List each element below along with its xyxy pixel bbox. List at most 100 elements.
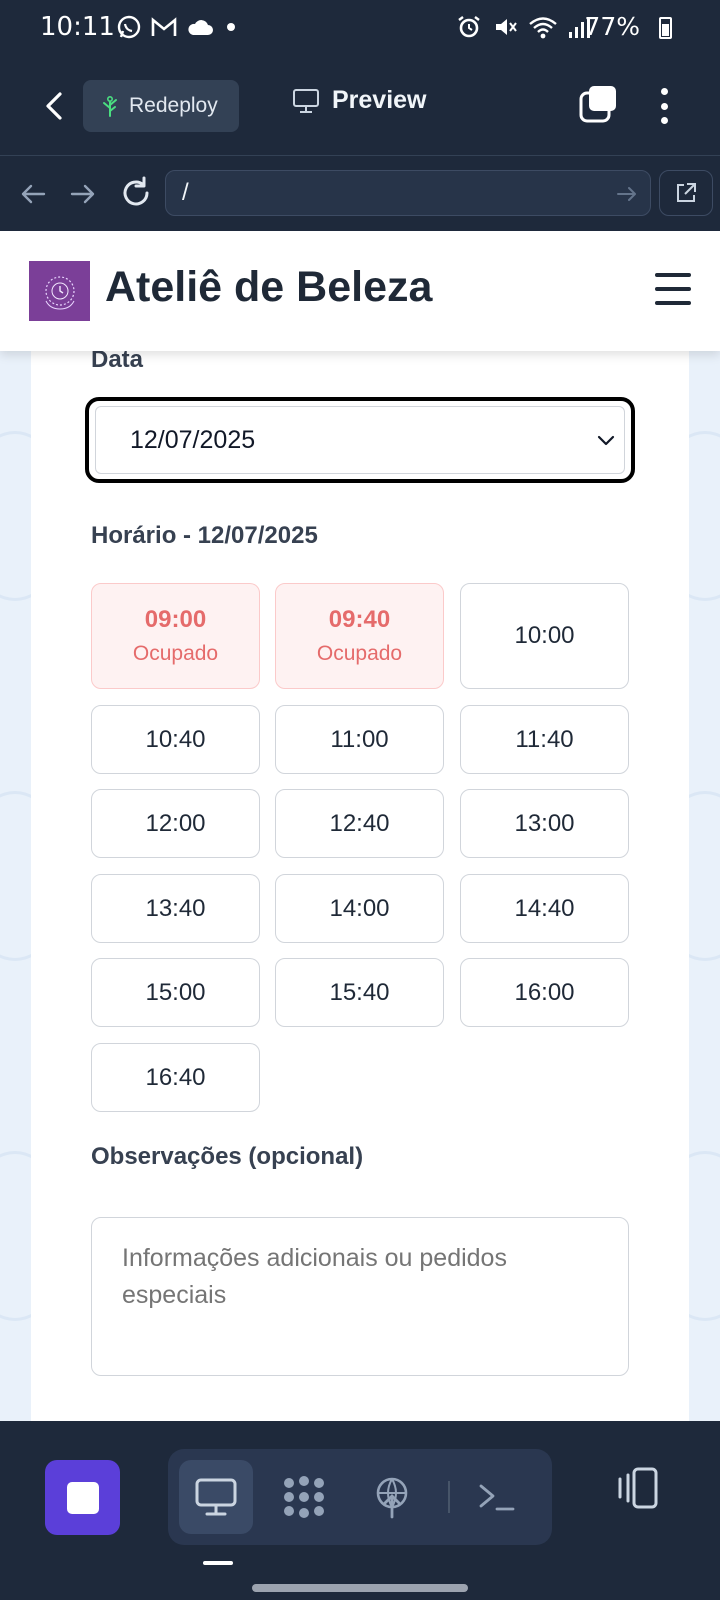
time-slot[interactable]: 11:00 — [275, 705, 444, 774]
time-slot-label: 13:40 — [145, 894, 206, 922]
time-slot[interactable]: 15:00 — [91, 958, 260, 1027]
time-slot-label: 10:40 — [145, 725, 206, 753]
tree-icon — [103, 95, 117, 117]
external-link-icon — [677, 183, 696, 202]
time-slot[interactable]: 16:00 — [460, 958, 629, 1027]
arrow-left-icon[interactable] — [16, 177, 50, 211]
menu-button[interactable] — [655, 273, 691, 305]
monitor-icon — [195, 1478, 237, 1516]
more-options-button[interactable] — [650, 84, 678, 128]
notes-textarea[interactable] — [91, 1217, 629, 1376]
tabs-icon — [579, 86, 616, 123]
battery-icon — [659, 17, 672, 39]
chevron-down-icon — [597, 435, 615, 446]
mute-icon — [496, 19, 517, 35]
gesture-bar[interactable] — [252, 1584, 468, 1592]
time-slot[interactable]: 14:00 — [275, 874, 444, 943]
app-bar: Redeploy Preview — [0, 56, 720, 156]
tool-group — [168, 1449, 552, 1545]
status-bar: 10:11 77% — [0, 0, 720, 56]
more-dot — [660, 102, 668, 110]
notification-icons — [116, 14, 236, 40]
device-switch-icon[interactable] — [614, 1465, 662, 1513]
whatsapp-icon — [117, 15, 141, 39]
date-select-value: 12/07/2025 — [95, 406, 625, 474]
web-viewport: Ateliê de Beleza Data 12/07/2025 Horário… — [0, 231, 720, 1421]
tabs-button[interactable] — [578, 84, 618, 124]
time-slot-label: 14:00 — [329, 894, 390, 922]
arrow-right-icon[interactable] — [66, 177, 100, 211]
more-dot — [660, 117, 668, 124]
preview-tool-button[interactable] — [179, 1460, 253, 1534]
dot-icon — [227, 23, 235, 31]
time-slot-busy: 09:40 Ocupado — [275, 583, 444, 689]
status-time: 10:11 — [40, 12, 115, 42]
back-button[interactable] — [34, 86, 74, 126]
logo-emblem-icon — [44, 276, 75, 310]
reload-icon[interactable] — [118, 175, 154, 211]
notes-label: Observações (opcional) — [91, 1143, 364, 1170]
redeploy-button[interactable]: Redeploy — [83, 80, 239, 132]
bottom-toolbar — [0, 1421, 720, 1600]
time-slot-label: 12:40 — [329, 809, 390, 837]
nodes-tool-button[interactable] — [267, 1460, 341, 1534]
open-external-button[interactable] — [659, 170, 713, 216]
site-header: Ateliê de Beleza — [0, 231, 720, 351]
chevron-left-icon — [46, 92, 62, 120]
time-slot-label: 10:00 — [514, 622, 575, 649]
battery-percentage: 77% — [584, 12, 640, 41]
time-slot-label: 16:00 — [514, 978, 575, 1006]
time-slot-busy: 09:00 Ocupado — [91, 583, 260, 689]
time-slot-label: 12:00 — [145, 809, 206, 837]
time-slot[interactable]: 14:40 — [460, 874, 629, 943]
preview-label: Preview — [332, 86, 427, 114]
nodes-icon — [284, 1476, 324, 1518]
time-slot-label: 14:40 — [514, 894, 575, 922]
time-slot-status: Ocupado — [316, 642, 403, 665]
url-input[interactable] — [165, 170, 651, 216]
terminal-icon — [479, 1484, 515, 1511]
go-arrow-icon[interactable] — [614, 181, 640, 207]
alarm-icon — [458, 16, 480, 38]
time-slot-label: 16:40 — [145, 1063, 206, 1091]
date-select[interactable]: 12/07/2025 — [85, 397, 635, 483]
time-slot[interactable]: 13:40 — [91, 874, 260, 943]
preview-tab[interactable]: Preview — [292, 86, 427, 115]
time-slot[interactable]: 15:40 — [275, 958, 444, 1027]
time-slot[interactable]: 12:40 — [275, 789, 444, 858]
time-slot-status: Ocupado — [132, 642, 219, 665]
console-tool-button[interactable] — [460, 1460, 534, 1534]
menu-bar — [655, 287, 691, 291]
time-slot-label: 09:00 — [144, 606, 207, 633]
time-slot[interactable]: 13:00 — [460, 789, 629, 858]
time-slot-label: 13:00 — [514, 809, 575, 837]
time-slot-label: 11:00 — [330, 725, 389, 753]
url-toolbar — [0, 157, 720, 231]
gmail-icon — [151, 17, 177, 36]
cloud-icon — [188, 20, 213, 35]
deploy-tool-button[interactable] — [355, 1460, 429, 1534]
time-slot[interactable]: 16:40 — [91, 1043, 260, 1112]
time-label: Horário - 12/07/2025 — [91, 522, 318, 549]
time-slot-label: 09:40 — [328, 606, 391, 633]
stop-icon — [66, 1481, 99, 1514]
more-dot — [660, 88, 668, 95]
menu-bar — [655, 273, 691, 277]
active-tab-indicator — [203, 1561, 233, 1565]
stop-button[interactable] — [45, 1460, 120, 1535]
time-slot-label: 15:00 — [145, 978, 206, 1006]
wifi-icon — [529, 17, 557, 39]
date-value: 12/07/2025 — [130, 425, 256, 454]
site-title: Ateliê de Beleza — [105, 263, 433, 311]
system-icons — [456, 14, 590, 40]
time-slot[interactable]: 11:40 — [460, 705, 629, 774]
time-slot-label: 11:40 — [515, 725, 574, 753]
menu-bar — [655, 301, 691, 305]
globe-upload-icon — [376, 1477, 408, 1519]
monitor-icon — [293, 88, 319, 113]
time-slot[interactable]: 12:00 — [91, 789, 260, 858]
time-slot[interactable]: 10:40 — [91, 705, 260, 774]
site-logo[interactable] — [29, 261, 90, 321]
redeploy-label: Redeploy — [129, 94, 218, 117]
time-slot[interactable]: 10:00 — [460, 583, 629, 689]
